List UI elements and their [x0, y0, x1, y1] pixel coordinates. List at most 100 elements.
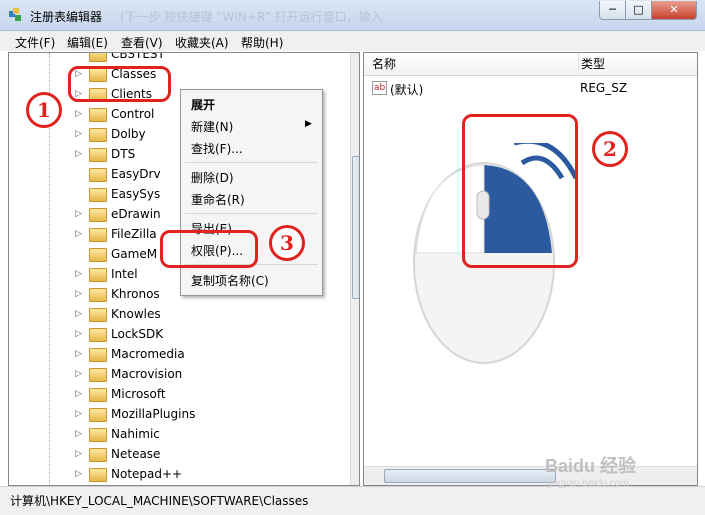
folder-icon	[89, 188, 107, 202]
tree-node-label: CBSTEST	[111, 52, 165, 61]
column-header-type[interactable]: 类型	[579, 53, 697, 76]
menu-view[interactable]: 查看(V)	[121, 34, 163, 51]
tree-node[interactable]: ▷ Netease	[9, 445, 349, 465]
tree-node[interactable]: ▷ Nahimic	[9, 425, 349, 445]
tree-node[interactable]: ▷ Classes	[9, 65, 349, 85]
value-row[interactable]: ab (默认) REG_SZ	[364, 79, 697, 99]
folder-icon	[89, 53, 107, 62]
folder-icon	[89, 308, 107, 322]
folder-icon	[89, 108, 107, 122]
title-bar: 注册表编辑器 (下一步 按快捷键 “WIN+R” 打开运行窗口，输入 ─ □ ✕	[0, 0, 705, 31]
menu-new[interactable]: 新建(N)	[191, 118, 233, 135]
maximize-button[interactable]: □	[625, 1, 652, 20]
tree-node[interactable]: ▷ Macromedia	[9, 345, 349, 365]
expand-arrow-icon[interactable]: ▷	[75, 349, 82, 359]
status-bar: 计算机\HKEY_LOCAL_MACHINE\SOFTWARE\Classes	[0, 486, 705, 515]
list-scroll-thumb[interactable]	[384, 469, 556, 483]
tree-node-label: Control	[111, 107, 155, 121]
expand-arrow-icon[interactable]: ▷	[75, 149, 82, 159]
watermark-logo: Baidu 经验	[545, 456, 637, 476]
menu-rename[interactable]: 重命名(R)	[191, 191, 245, 208]
minimize-button[interactable]: ─	[599, 1, 626, 20]
tree-node-label: Notepad++	[111, 467, 183, 481]
tree-node[interactable]: ▷ Knowles	[9, 305, 349, 325]
folder-icon	[89, 328, 107, 342]
expand-arrow-icon[interactable]: ▷	[75, 269, 82, 279]
tree-node-label: MozillaPlugins	[111, 407, 196, 421]
tree-node-label: eDrawin	[111, 207, 161, 221]
tree-node-label: Dolby	[111, 127, 146, 141]
folder-icon	[89, 388, 107, 402]
value-name: (默认)	[390, 83, 424, 97]
menu-help[interactable]: 帮助(H)	[241, 34, 283, 51]
tree-node[interactable]: CBSTEST	[9, 52, 349, 65]
folder-icon	[89, 428, 107, 442]
expand-arrow-icon[interactable]: ▷	[75, 329, 82, 339]
tree-scroll-thumb[interactable]	[352, 156, 359, 299]
expand-arrow-icon[interactable]: ▷	[75, 449, 82, 459]
tree-node-label: Knowles	[111, 307, 161, 321]
menu-separator	[185, 213, 318, 214]
folder-icon	[89, 268, 107, 282]
menu-delete[interactable]: 删除(D)	[191, 169, 234, 186]
regedit-icon	[9, 8, 21, 21]
expand-arrow-icon[interactable]: ▷	[75, 429, 82, 439]
submenu-arrow-icon: ▶	[305, 119, 312, 129]
tree-node-label: FileZilla	[111, 227, 157, 241]
tree-node-label: Macrovision	[111, 367, 183, 381]
string-value-icon: ab	[372, 81, 388, 95]
tree-node-label: Microsoft	[111, 387, 166, 401]
tree-node[interactable]: ▷ Macrovision	[9, 365, 349, 385]
expand-arrow-icon[interactable]: ▷	[75, 309, 82, 319]
expand-arrow-icon[interactable]: ▷	[75, 369, 82, 379]
tree-node[interactable]: ▷ MozillaPlugins	[9, 405, 349, 425]
expand-arrow-icon[interactable]: ▷	[75, 129, 82, 139]
tree-node-label: EasySys	[111, 187, 161, 201]
step-3-badge: 3	[269, 225, 305, 261]
folder-icon	[89, 408, 107, 422]
folder-icon	[89, 468, 107, 482]
column-header-name[interactable]: 名称	[364, 53, 579, 76]
menu-separator	[185, 162, 318, 163]
status-path: 计算机\HKEY_LOCAL_MACHINE\SOFTWARE\Classes	[10, 494, 309, 508]
value-type: REG_SZ	[580, 81, 628, 95]
step-1-badge: 1	[26, 92, 62, 128]
background-window-text: (下一步 按快捷键 “WIN+R” 打开运行窗口，输入	[120, 10, 383, 24]
menu-favorites[interactable]: 收藏夹(A)	[175, 34, 229, 51]
tree-node-label: Macromedia	[111, 347, 185, 361]
tree-node[interactable]: ▷ LockSDK	[9, 325, 349, 345]
menu-file[interactable]: 文件(F)	[15, 34, 55, 51]
expand-arrow-icon[interactable]: ▷	[75, 389, 82, 399]
highlight-classes	[68, 66, 171, 102]
expand-arrow-icon[interactable]: ▷	[75, 409, 82, 419]
tree-node[interactable]: ▷ Microsoft	[9, 385, 349, 405]
folder-icon	[89, 168, 107, 182]
expand-arrow-icon[interactable]: ▷	[75, 289, 82, 299]
folder-icon	[89, 248, 107, 262]
menu-copy-key-name[interactable]: 复制项名称(C)	[191, 272, 269, 289]
window-title: 注册表编辑器	[30, 10, 103, 24]
highlight-permissions	[160, 230, 258, 268]
folder-icon	[89, 348, 107, 362]
expand-arrow-icon[interactable]: ▷	[75, 209, 82, 219]
tree-node-label: LockSDK	[111, 327, 164, 341]
folder-icon	[89, 208, 107, 222]
menu-bar: 文件(F) 编辑(E) 查看(V) 收藏夹(A) 帮助(H)	[0, 31, 705, 51]
close-button[interactable]: ✕	[651, 1, 697, 20]
folder-icon	[89, 368, 107, 382]
folder-icon	[89, 288, 107, 302]
tree-node-label: Khronos	[111, 287, 160, 301]
menu-edit[interactable]: 编辑(E)	[67, 34, 108, 51]
expand-arrow-icon[interactable]: ▷	[75, 229, 82, 239]
folder-icon	[89, 228, 107, 242]
expand-arrow-icon[interactable]: ▷	[75, 469, 82, 479]
folder-icon	[89, 448, 107, 462]
tree-node[interactable]: ▷ Notepad++	[9, 465, 349, 485]
expand-arrow-icon[interactable]: ▷	[75, 109, 82, 119]
tree-node-label: Intel	[111, 267, 138, 281]
folder-icon	[89, 128, 107, 142]
menu-expand[interactable]: 展开	[191, 96, 215, 113]
menu-find[interactable]: 查找(F)...	[191, 140, 243, 157]
highlight-mouse	[462, 114, 578, 268]
tree-node-label: GameM	[111, 247, 158, 261]
